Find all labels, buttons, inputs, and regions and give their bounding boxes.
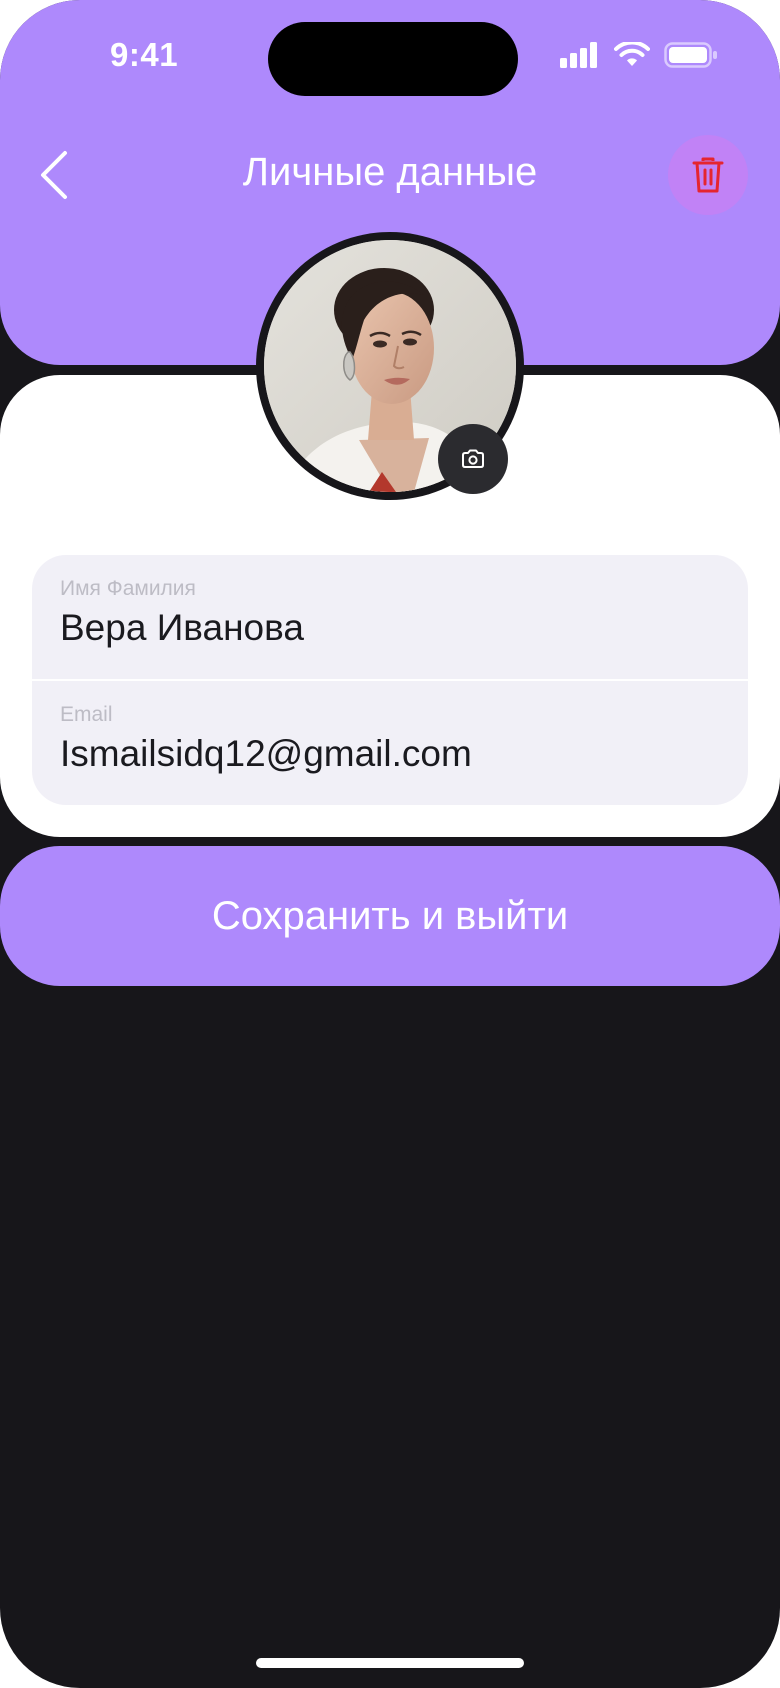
trash-icon xyxy=(692,157,724,193)
camera-icon xyxy=(462,449,484,468)
save-button-label: Сохранить и выйти xyxy=(211,893,569,938)
email-field-value[interactable]: Ismailsidq12@gmail.com xyxy=(60,733,472,775)
phone-screen: 9:41 Личные данные Имя Фамилия Вера Иван… xyxy=(0,0,780,1688)
battery-icon xyxy=(664,42,717,68)
name-field-value[interactable]: Вера Иванова xyxy=(60,607,304,649)
cellular-signal-icon xyxy=(560,42,597,68)
page-title: Личные данные xyxy=(242,150,538,194)
profile-form: Имя Фамилия Вера Иванова Email Ismailsid… xyxy=(32,555,748,805)
name-field-label: Имя Фамилия xyxy=(60,577,196,600)
change-photo-button[interactable] xyxy=(438,424,508,494)
email-field[interactable]: Email Ismailsidq12@gmail.com xyxy=(32,681,748,805)
save-and-exit-button[interactable]: Сохранить и выйти xyxy=(0,846,780,986)
wifi-icon xyxy=(614,42,650,66)
name-field[interactable]: Имя Фамилия Вера Иванова xyxy=(32,555,748,679)
home-indicator xyxy=(256,1658,524,1668)
dynamic-island xyxy=(268,22,518,96)
delete-button[interactable] xyxy=(668,135,748,215)
email-field-label: Email xyxy=(60,703,113,726)
status-time: 9:41 xyxy=(110,36,179,73)
status-icons xyxy=(560,42,718,68)
